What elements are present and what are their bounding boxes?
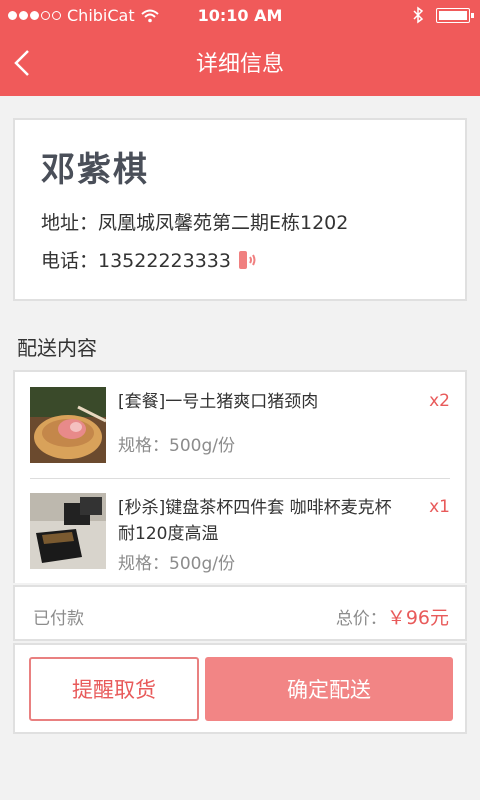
phone-call-icon[interactable] (237, 249, 259, 271)
battery-icon (436, 8, 474, 23)
bluetooth-icon (413, 6, 424, 24)
item-quantity: x1 (429, 497, 450, 517)
customer-address: 地址：凤凰城凤馨苑第二期E栋1202 (41, 212, 349, 234)
customer-name: 邓紫棋 (41, 150, 149, 190)
customer-phone: 电话：13522223333 (41, 250, 231, 272)
total-amount: ￥96元 (386, 607, 449, 629)
customer-phone-row: 电话：13522223333 (41, 246, 259, 273)
list-item[interactable]: [秒杀]键盘茶杯四件套 咖啡杯麦克杯耐120度高温 规格：500g/份 x1 (30, 493, 450, 585)
item-spec: 规格：500g/份 (118, 554, 235, 574)
total-price: 总价：￥96元 (336, 603, 449, 630)
actions-card: 提醒取货 确定配送 (13, 643, 467, 734)
cup-set-image (30, 493, 106, 569)
nav-bar: 详细信息 (0, 32, 480, 96)
summary-card: 已付款 总价：￥96元 (13, 585, 467, 641)
status-bar: ChibiCat 10:10 AM (0, 0, 480, 32)
items-card: [套餐]一号土猪爽口猪颈肉 规格：500g/份 x2 [秒杀]键盘茶杯四件套 咖… (13, 370, 467, 583)
status-time: 10:10 AM (197, 6, 283, 25)
payment-status: 已付款 (33, 609, 84, 629)
customer-card: 邓紫棋 地址：凤凰城凤馨苑第二期E栋1202 电话：13522223333 (13, 118, 467, 301)
remind-pickup-button[interactable]: 提醒取货 (29, 657, 199, 721)
item-quantity: x2 (429, 391, 450, 411)
confirm-delivery-button[interactable]: 确定配送 (205, 657, 453, 721)
section-title: 配送内容 (17, 336, 97, 360)
meat-dish-image (30, 387, 106, 463)
item-title: [套餐]一号土猪爽口猪颈肉 (118, 392, 319, 412)
list-item[interactable]: [套餐]一号土猪爽口猪颈肉 规格：500g/份 x2 (30, 387, 450, 479)
total-label: 总价： (335, 609, 387, 629)
item-title: [秒杀]键盘茶杯四件套 咖啡杯麦克杯耐120度高温 (118, 498, 392, 544)
item-spec: 规格：500g/份 (118, 436, 235, 456)
page-title: 详细信息 (195, 52, 284, 77)
